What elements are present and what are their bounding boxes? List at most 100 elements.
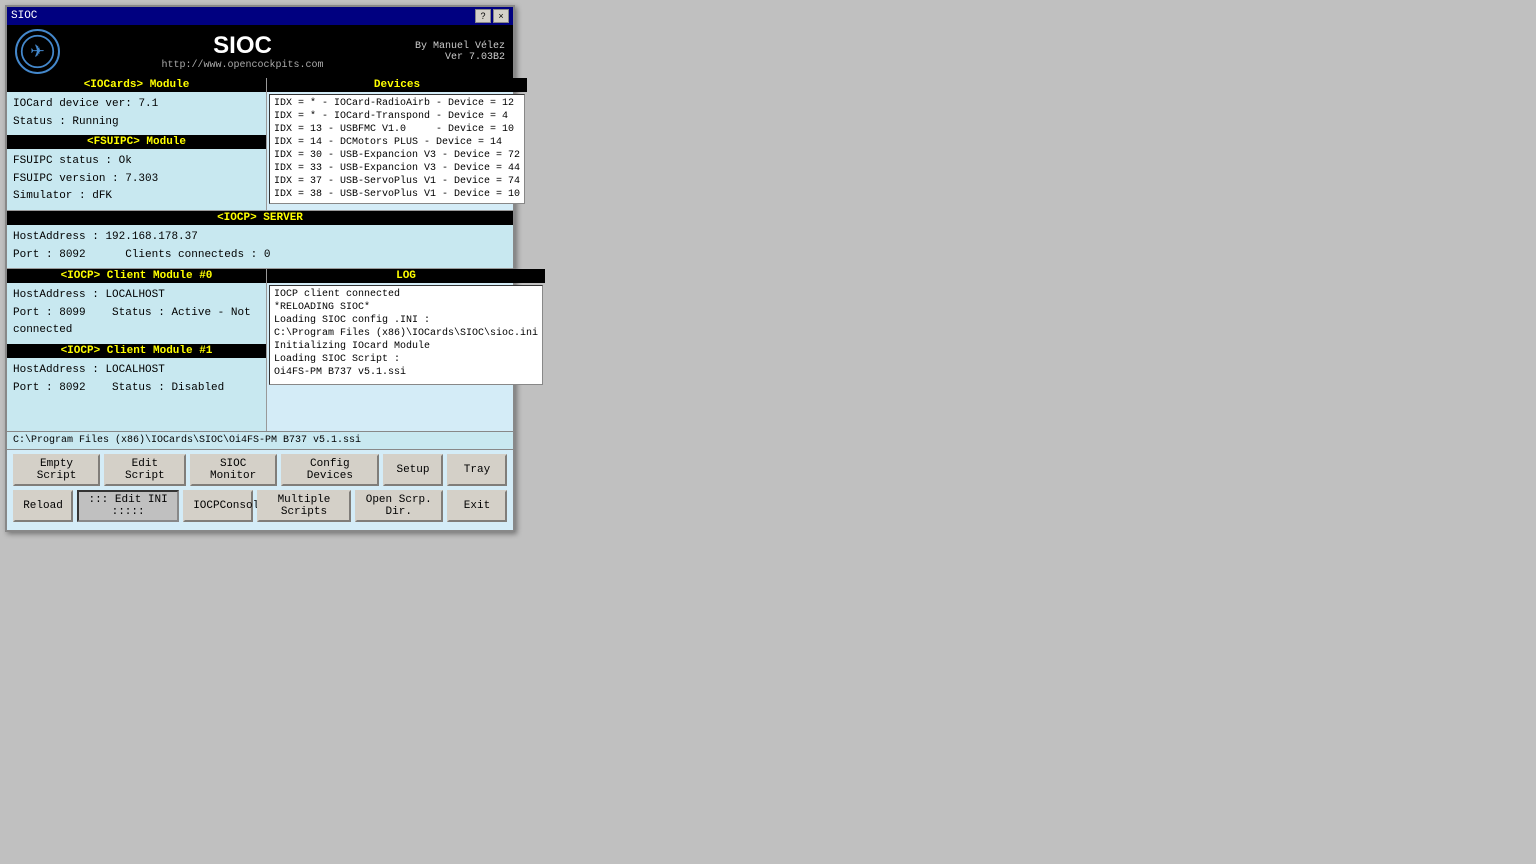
iocp-console-button[interactable]: IOCPConsole bbox=[183, 490, 253, 522]
app-header: ✈ SIOC http://www.opencockpits.com By Ma… bbox=[7, 25, 513, 78]
list-item: IOCP client connected bbox=[272, 288, 540, 301]
client1-status-value: Disabled bbox=[171, 382, 224, 394]
app-website: http://www.opencockpits.com bbox=[70, 60, 415, 71]
list-item: IDX = * - IOCard-Transpond - Device = 4 bbox=[272, 110, 522, 123]
iocp-host-value: 192.168.178.37 bbox=[105, 231, 197, 243]
iocp-host-label: HostAddress : bbox=[13, 231, 99, 243]
list-item: Loading SIOC config .INI : bbox=[272, 314, 540, 327]
device-ver-row: IOCard device ver: 7.1 bbox=[13, 96, 260, 114]
left-spacer bbox=[7, 401, 266, 431]
app-logo: ✈ bbox=[15, 29, 60, 74]
empty-script-button[interactable]: Empty Script bbox=[13, 454, 100, 486]
fsuipc-module-header: <FSUIPC> Module bbox=[7, 135, 266, 149]
fsuipc-version-label: FSUIPC version : bbox=[13, 173, 119, 185]
iocp-clients-value: 0 bbox=[264, 249, 271, 261]
buttons-area: Empty Script Edit Script SIOC Monitor Co… bbox=[7, 450, 513, 530]
airplane-icon: ✈ bbox=[20, 34, 55, 69]
list-item: C:\Program Files (x86)\IOCards\SIOC\sioc… bbox=[272, 327, 540, 340]
edit-ini-button[interactable]: ::: Edit INI ::::: bbox=[77, 490, 179, 522]
setup-button[interactable]: Setup bbox=[383, 454, 443, 486]
fsuipc-sim-row: Simulator : dFK bbox=[13, 188, 260, 206]
log-listbox[interactable]: IOCP client connected *RELOADING SIOC* L… bbox=[269, 285, 543, 385]
app-title: SIOC bbox=[70, 32, 415, 60]
window-title: SIOC bbox=[11, 10, 37, 22]
app-title-area: SIOC http://www.opencockpits.com bbox=[70, 32, 415, 71]
app-author: By Manuel Vélez bbox=[415, 41, 505, 52]
client0-host-row: HostAddress : LOCALHOST bbox=[13, 287, 260, 305]
top-two-col: <IOCards> Module IOCard device ver: 7.1 … bbox=[7, 78, 513, 210]
client0-host-label: HostAddress : bbox=[13, 289, 99, 301]
status-row: Status : Running bbox=[13, 114, 260, 132]
list-item: IDX = 33 - USB-Expancion V3 - Device = 4… bbox=[272, 162, 522, 175]
iocp-server-header: <IOCP> SERVER bbox=[7, 211, 513, 225]
help-button[interactable]: ? bbox=[475, 9, 491, 23]
list-item: Initializing IOcard Module bbox=[272, 340, 540, 353]
bottom-right: LOG IOCP client connected *RELOADING SIO… bbox=[267, 269, 545, 431]
list-item: IDX = 14 - DCMotors PLUS - Device = 14 bbox=[272, 136, 522, 149]
iocp-clients-label: Clients connecteds : bbox=[125, 249, 257, 261]
devices-header: Devices bbox=[267, 78, 527, 92]
list-item: IDX = 30 - USB-Expancion V3 - Device = 7… bbox=[272, 149, 522, 162]
iocp-client1-info: HostAddress : LOCALHOST Port : 8092 Stat… bbox=[7, 358, 266, 401]
file-path-value: C:\Program Files (x86)\IOCards\SIOC\Oi4F… bbox=[13, 435, 361, 446]
status-value: Running bbox=[72, 116, 118, 128]
title-bar-controls: ? × bbox=[475, 9, 509, 23]
log-header: LOG bbox=[267, 269, 545, 283]
iocards-info: IOCard device ver: 7.1 Status : Running bbox=[7, 92, 266, 135]
title-bar: SIOC ? × bbox=[7, 7, 513, 25]
client1-status-label: Status : bbox=[112, 382, 165, 394]
list-item: IDX = 37 - USB-ServoPlus V1 - Device = 7… bbox=[272, 175, 522, 188]
fsuipc-info: FSUIPC status : Ok FSUIPC version : 7.30… bbox=[7, 149, 266, 210]
client0-status-label: Status : bbox=[112, 307, 165, 319]
button-row-2: Reload ::: Edit INI ::::: IOCPConsole Mu… bbox=[13, 490, 507, 522]
client0-port-value: 8099 bbox=[59, 307, 85, 319]
client1-host-value: LOCALHOST bbox=[105, 364, 164, 376]
client0-port-row: Port : 8099 Status : Active - Not connec… bbox=[13, 305, 260, 340]
client0-port-label: Port : bbox=[13, 307, 53, 319]
bottom-two-col: <IOCP> Client Module #0 HostAddress : LO… bbox=[7, 268, 513, 431]
reload-button[interactable]: Reload bbox=[13, 490, 73, 522]
top-right: Devices IDX = * - IOCard-RadioAirb - Dev… bbox=[267, 78, 527, 210]
fsuipc-status-value: Ok bbox=[119, 155, 132, 167]
fsuipc-version-row: FSUIPC version : 7.303 bbox=[13, 171, 260, 189]
iocp-client0-info: HostAddress : LOCALHOST Port : 8099 Stat… bbox=[7, 283, 266, 344]
config-devices-button[interactable]: Config Devices bbox=[281, 454, 379, 486]
main-window: SIOC ? × ✈ SIOC http://www.opencockpits.… bbox=[5, 5, 515, 532]
iocp-client0-header: <IOCP> Client Module #0 bbox=[7, 269, 266, 283]
iocp-port-row: Port : 8092 Clients connecteds : 0 bbox=[13, 247, 507, 265]
list-item: IDX = 13 - USBFMC V1.0 - Device = 10 bbox=[272, 123, 522, 136]
client1-host-label: HostAddress : bbox=[13, 364, 99, 376]
bottom-left: <IOCP> Client Module #0 HostAddress : LO… bbox=[7, 269, 267, 431]
client1-host-row: HostAddress : LOCALHOST bbox=[13, 362, 260, 380]
iocp-client1-header: <IOCP> Client Module #1 bbox=[7, 344, 266, 358]
fsuipc-sim-value: dFK bbox=[92, 190, 112, 202]
list-item: *RELOADING SIOC* bbox=[272, 301, 540, 314]
device-ver-value: 7.1 bbox=[138, 98, 158, 110]
iocp-port-value: 8092 bbox=[59, 249, 85, 261]
client1-port-value: 8092 bbox=[59, 382, 85, 394]
fsuipc-status-label: FSUIPC status : bbox=[13, 155, 112, 167]
button-row-1: Empty Script Edit Script SIOC Monitor Co… bbox=[13, 454, 507, 486]
multiple-scripts-button[interactable]: Multiple Scripts bbox=[257, 490, 350, 522]
close-button[interactable]: × bbox=[493, 9, 509, 23]
devices-listbox[interactable]: IDX = * - IOCard-RadioAirb - Device = 12… bbox=[269, 94, 525, 204]
device-ver-label: IOCard device ver: bbox=[13, 98, 132, 110]
fsuipc-sim-label: Simulator : bbox=[13, 190, 86, 202]
main-content: <IOCards> Module IOCard device ver: 7.1 … bbox=[7, 78, 513, 431]
iocards-module-header: <IOCards> Module bbox=[7, 78, 266, 92]
sioc-monitor-button[interactable]: SIOC Monitor bbox=[190, 454, 277, 486]
svg-text:✈: ✈ bbox=[30, 41, 45, 61]
status-label: Status : bbox=[13, 116, 66, 128]
app-version-area: By Manuel Vélez Ver 7.03B2 bbox=[415, 41, 505, 63]
client1-port-label: Port : bbox=[13, 382, 53, 394]
exit-button[interactable]: Exit bbox=[447, 490, 507, 522]
iocp-server-info: HostAddress : 192.168.178.37 Port : 8092… bbox=[7, 225, 513, 268]
edit-script-button[interactable]: Edit Script bbox=[104, 454, 186, 486]
iocp-server-wrapper: <IOCP> SERVER HostAddress : 192.168.178.… bbox=[7, 210, 513, 268]
tray-button[interactable]: Tray bbox=[447, 454, 507, 486]
file-path-bar: C:\Program Files (x86)\IOCards\SIOC\Oi4F… bbox=[7, 431, 513, 450]
top-left: <IOCards> Module IOCard device ver: 7.1 … bbox=[7, 78, 267, 210]
fsuipc-version-value: 7.303 bbox=[125, 173, 158, 185]
open-scrp-dir-button[interactable]: Open Scrp. Dir. bbox=[355, 490, 444, 522]
iocp-port-label: Port : bbox=[13, 249, 53, 261]
